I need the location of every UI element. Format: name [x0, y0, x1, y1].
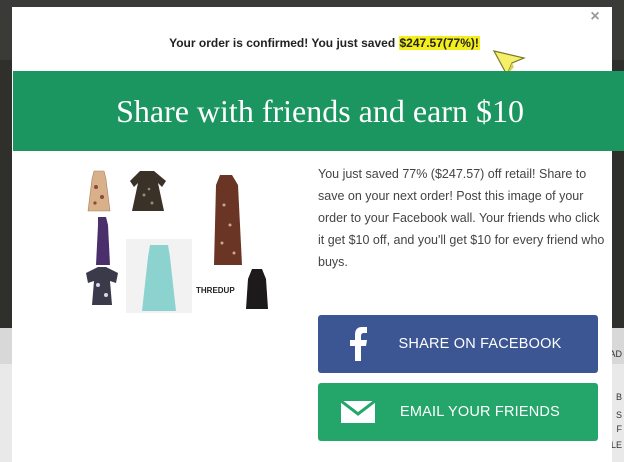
close-button[interactable]: × — [588, 9, 602, 25]
email-friends-button[interactable]: EMAIL YOUR FRIENDS — [318, 383, 598, 441]
backdrop-label: B — [615, 392, 622, 402]
order-confirmation-message: Your order is confirmed! You just saved … — [12, 36, 624, 50]
facebook-f-icon — [318, 327, 398, 361]
share-description: You just saved 77% ($247.57) off retail!… — [318, 167, 605, 269]
share-modal: × Your order is confirmed! You just save… — [12, 7, 624, 462]
savings-highlight: $247.57(77%)! — [398, 36, 480, 50]
order-items-image: THREDUP — [80, 165, 276, 313]
envelope-icon — [318, 401, 398, 423]
email-button-label: EMAIL YOUR FRIENDS — [400, 404, 560, 420]
thredup-logo: THREDUP — [196, 286, 235, 295]
confirmation-text: Your order is confirmed! You just saved — [169, 36, 399, 50]
facebook-button-label: SHARE ON FACEBOOK — [398, 336, 562, 352]
backdrop-label: S — [615, 410, 622, 420]
banner-title: Share with friends and earn $10 — [116, 92, 524, 129]
backdrop-label: LE — [610, 440, 622, 450]
share-banner: Share with friends and earn $10 — [13, 71, 624, 151]
share-on-facebook-button[interactable]: SHARE ON FACEBOOK — [318, 315, 598, 373]
backdrop-label: F — [616, 424, 623, 434]
